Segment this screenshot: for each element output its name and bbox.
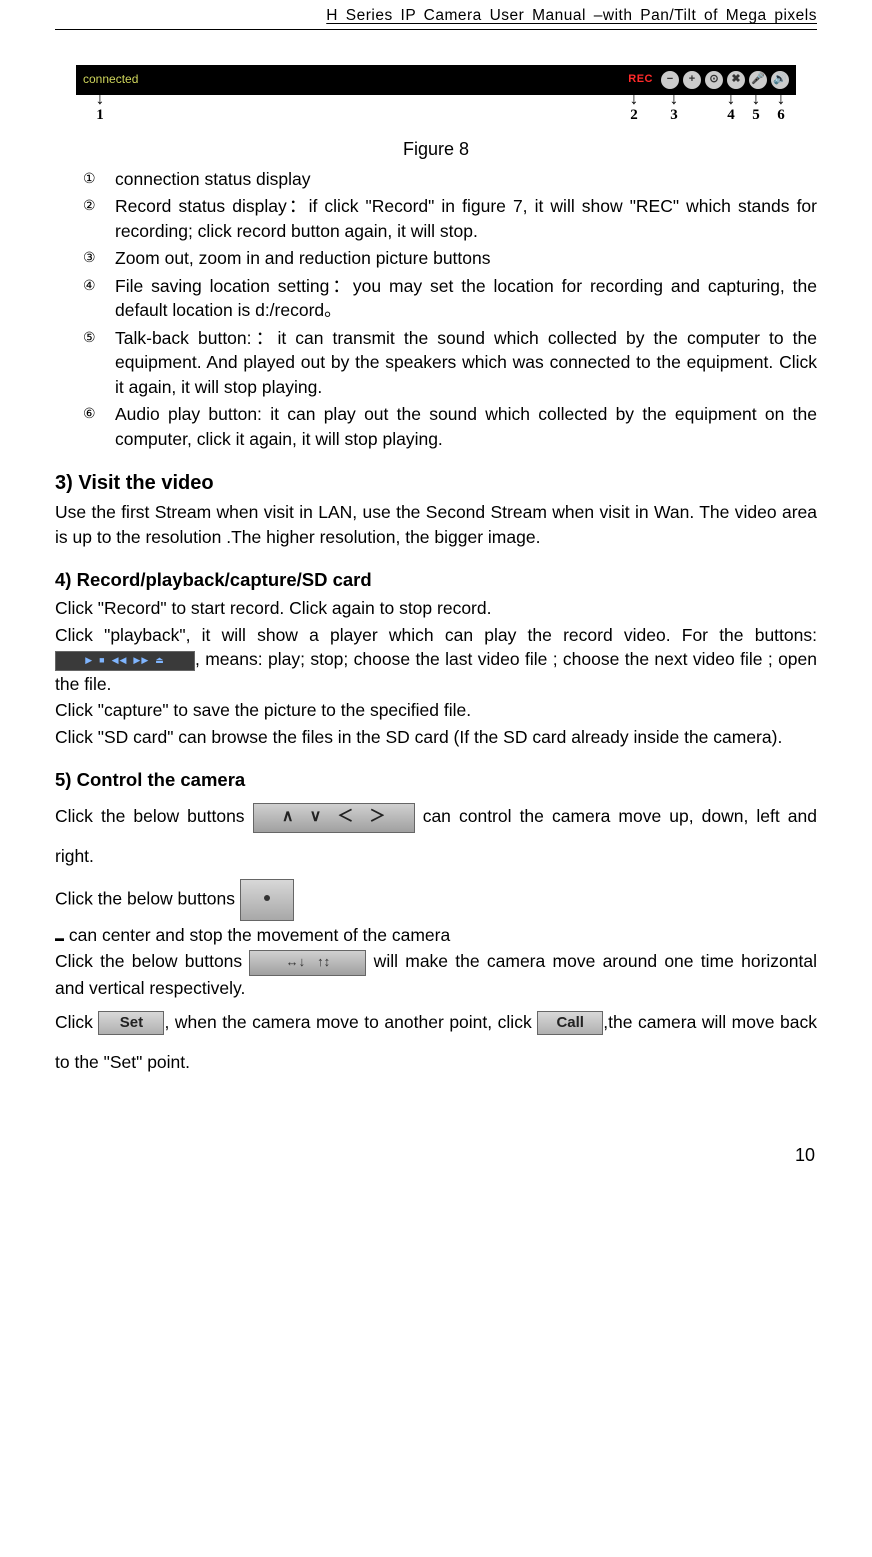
section5-p1: Click the below buttons ∧∨＜＞ can control… xyxy=(55,796,817,877)
gear-icon[interactable]: ✖ xyxy=(727,71,745,89)
arrow-1: ↓1 xyxy=(85,93,115,126)
zoom-reset-icon[interactable]: ⊙ xyxy=(705,71,723,89)
section3-body: Use the first Stream when visit in LAN, … xyxy=(55,500,817,549)
list-item: ③Zoom out, zoom in and reduction picture… xyxy=(115,246,817,271)
section5-title: 5) Control the camera xyxy=(55,767,817,793)
section4-p3: Click "capture" to save the picture to t… xyxy=(55,698,817,723)
list-item: ②Record status display：if click "Record"… xyxy=(115,194,817,243)
ptz-direction-buttons-icon: ∧∨＜＞ xyxy=(253,803,415,833)
playback-buttons-icon: ▶■◀◀▶▶⏏ xyxy=(55,651,195,671)
list-item: ⑥Audio play button: it can play out the … xyxy=(115,402,817,451)
list-item: ⑤Talk-back button:：it can transmit the s… xyxy=(115,326,817,400)
list-item: ④File saving location setting：you may se… xyxy=(115,274,817,323)
figure-arrow-row: ↓1 ↓2 ↓3 ↓4 ↓5 ↓6 xyxy=(71,95,801,135)
talkback-icon[interactable]: 🎤 xyxy=(749,71,767,89)
call-button-icon: Call xyxy=(537,1011,603,1035)
figure-legend-list: ①connection status display ②Record statu… xyxy=(55,167,817,452)
page-number: 10 xyxy=(55,1143,817,1168)
page-header: H Series IP Camera User Manual –with Pan… xyxy=(55,5,817,30)
ptz-autoscan-buttons-icon: ↔↓↑↕ xyxy=(249,950,366,976)
figure-caption: Figure 8 xyxy=(55,137,817,162)
audio-icon[interactable]: 🔊 xyxy=(771,71,789,89)
section5-p4: Click Set, when the camera move to anoth… xyxy=(55,1002,817,1083)
zoom-out-icon[interactable]: − xyxy=(661,71,679,89)
section4-p2: Click "playback", it will show a player … xyxy=(55,623,817,697)
arrow-6: ↓6 xyxy=(766,93,796,126)
zoom-in-icon[interactable]: + xyxy=(683,71,701,89)
list-item: ①connection status display xyxy=(115,167,817,192)
section5-p3: Click the below buttons ↔↓↑↕ will make t… xyxy=(55,949,817,1000)
set-button-icon: Set xyxy=(98,1011,164,1035)
section5-p2: Click the below buttons xyxy=(55,879,817,921)
arrow-2: ↓2 xyxy=(619,93,649,126)
section4-title: 4) Record/playback/capture/SD card xyxy=(55,567,817,593)
section3-title: 3) Visit the video xyxy=(55,469,817,497)
ptz-center-button-icon xyxy=(240,879,294,921)
section4-p1: Click "Record" to start record. Click ag… xyxy=(55,596,817,621)
connection-status-label: connected xyxy=(83,71,138,88)
status-toolbar: connected REC − + ⊙ ✖ 🎤 🔊 xyxy=(76,65,796,95)
section4-p4: Click "SD card" can browse the files in … xyxy=(55,725,817,750)
arrow-3: ↓3 xyxy=(659,93,689,126)
figure-8: connected REC − + ⊙ ✖ 🎤 🔊 ↓1 ↓2 ↓3 ↓4 ↓5… xyxy=(55,65,817,162)
rec-indicator: REC xyxy=(628,72,653,87)
